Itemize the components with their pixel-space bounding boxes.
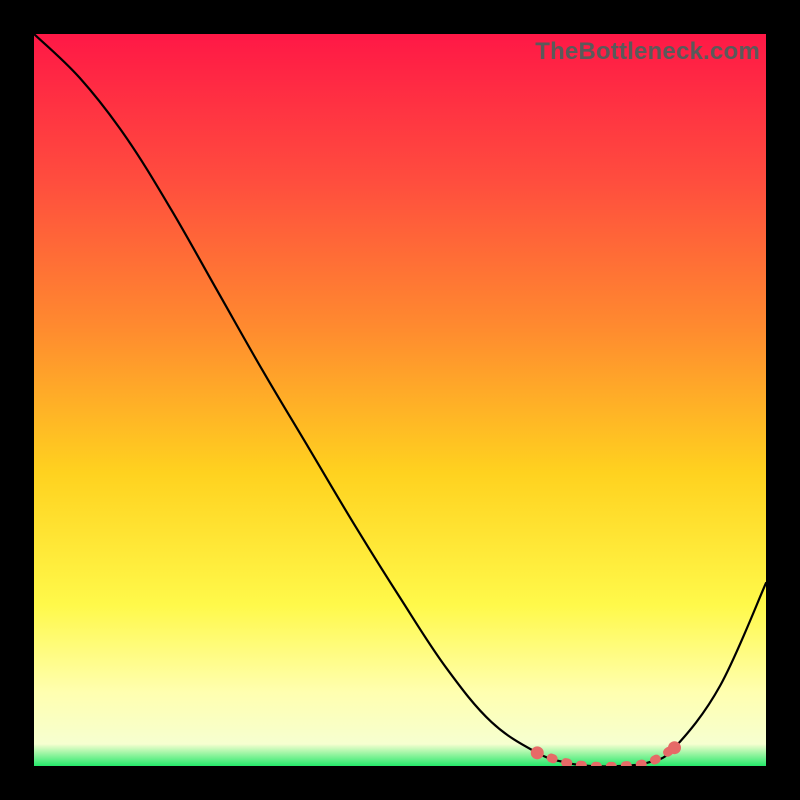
chart-svg <box>34 34 766 766</box>
gradient-background <box>34 34 766 766</box>
watermark-text: TheBottleneck.com <box>535 38 760 66</box>
plot-area: TheBottleneck.com <box>34 34 766 766</box>
chart-frame: TheBottleneck.com <box>0 0 800 800</box>
highlight-end-dot <box>668 741 681 754</box>
highlight-start-dot <box>531 746 544 759</box>
